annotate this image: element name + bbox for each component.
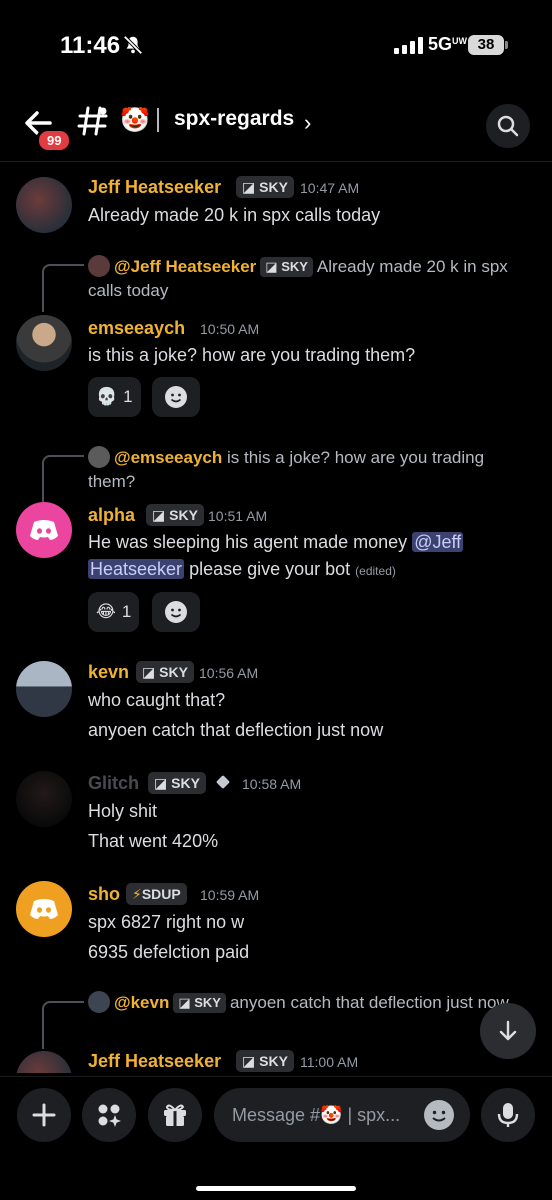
apps-icon: [98, 1104, 121, 1127]
voice-message-button[interactable]: [481, 1088, 535, 1142]
avatar[interactable]: [16, 315, 72, 371]
discord-logo-icon: [30, 520, 58, 540]
author-name[interactable]: Jeff Heatseeker: [88, 177, 221, 198]
reply-avatar: [88, 991, 110, 1013]
network-type: 5GUW: [428, 34, 468, 54]
reply-preview[interactable]: @Jeff Heatseeker ◪ SKY Already made 20 k i…: [88, 255, 528, 303]
reply-text: anyoen catch that deflection just now: [229, 993, 509, 1012]
message-feed[interactable]: Jeff Heatseeker ◪ SKY 10:47 AM Already m…: [0, 163, 552, 1073]
channel-divider: [157, 108, 159, 132]
author-name[interactable]: kevn: [88, 662, 129, 683]
plus-icon: [32, 1103, 56, 1127]
message-text: Holy shit: [88, 801, 158, 821]
avatar[interactable]: [16, 1051, 72, 1073]
avatar[interactable]: [16, 177, 72, 233]
edited-label: (edited): [355, 564, 396, 578]
timestamp: 10:58 AM: [242, 776, 302, 792]
laughing-emoji: 😂: [96, 602, 116, 621]
gift-button[interactable]: [148, 1088, 202, 1142]
search-button[interactable]: [486, 104, 530, 148]
message-text: Already made 20 k in spx calls today: [88, 205, 381, 225]
guild-tag: ◪ SKY: [236, 1050, 294, 1072]
smile-icon: [165, 386, 187, 408]
add-reaction-button[interactable]: [152, 592, 200, 632]
battery-nub: [505, 41, 508, 49]
reply-spine: [42, 1001, 84, 1049]
smile-icon: [165, 601, 187, 623]
guild-tag: ⚡SDUP: [126, 883, 187, 905]
reply-author: @emseeaych: [114, 448, 223, 467]
message-text: is this a joke? how are you trading them…: [88, 345, 416, 365]
reply-tag: ◪ SKY: [260, 257, 313, 277]
reply-preview[interactable]: @emseeaych is this a joke? how are you t…: [88, 446, 528, 494]
timestamp: 10:50 AM: [200, 321, 260, 337]
reaction-count: 1: [123, 387, 133, 406]
status-time: 11:46: [60, 32, 121, 59]
avatar[interactable]: [16, 881, 72, 937]
hash-channel-icon: [77, 106, 108, 136]
message-text: anyoen catch that deflection just now: [88, 720, 384, 740]
message-text: spx 6827 right no w: [88, 912, 245, 932]
reaction-count: 1: [121, 602, 132, 621]
author-name[interactable]: sho: [88, 884, 120, 905]
skull-emoji: 💀: [96, 387, 118, 406]
jump-to-latest-button[interactable]: [480, 1003, 536, 1059]
user-mention[interactable]: @Jeff: [412, 532, 464, 552]
avatar[interactable]: [16, 502, 72, 558]
timestamp: 10:56 AM: [199, 665, 259, 681]
reply-avatar: [88, 255, 110, 277]
message-text: He was sleeping his agent made money @Je…: [88, 532, 464, 552]
status-bar: 11:46 5GUW 38: [0, 0, 552, 90]
unread-badge: 99: [36, 128, 73, 153]
message-text: 6935 defelction paid: [88, 942, 250, 962]
user-mention[interactable]: Heatseeker: [88, 559, 185, 579]
timestamp: 10:59 AM: [200, 887, 260, 903]
timestamp: 10:47 AM: [300, 180, 360, 196]
add-reaction-button[interactable]: [152, 377, 200, 417]
emoji-picker-button[interactable]: [424, 1100, 454, 1130]
reply-author: @Jeff Heatseeker: [114, 257, 257, 276]
chevron-right-icon[interactable]: ›: [304, 110, 311, 136]
discord-logo-icon: [30, 899, 58, 919]
home-indicator: [196, 1186, 356, 1191]
signal-icon: [394, 36, 423, 54]
reply-spine: [42, 455, 84, 503]
reply-avatar: [88, 446, 110, 468]
bell-muted-icon: [123, 35, 143, 55]
smile-icon: [432, 1110, 446, 1122]
battery-indicator: 38: [468, 35, 504, 55]
gift-icon: [164, 1104, 186, 1126]
channel-emoji: 🤡: [120, 107, 150, 134]
guild-tag: ◪ SKY: [146, 504, 204, 526]
reaction-chip[interactable]: 😂 1: [88, 592, 140, 632]
guild-tag: ◪ SKY: [236, 176, 294, 198]
guild-tag: ◪ SKY: [136, 661, 194, 683]
timestamp: 10:51 AM: [208, 508, 268, 524]
add-attachment-button[interactable]: [17, 1088, 71, 1142]
author-name[interactable]: Jeff Heatseeker: [88, 1051, 221, 1072]
reaction-chip[interactable]: 💀 1: [88, 377, 141, 417]
role-icon: [216, 775, 230, 789]
reply-tag: ◪ SKY: [173, 993, 226, 1013]
author-name[interactable]: emseeaych: [88, 318, 185, 339]
author-name[interactable]: Glitch: [88, 773, 139, 794]
reply-preview[interactable]: @kevn ◪ SKY anyoen catch that deflection j…: [88, 991, 528, 1015]
message-composer: Message #🤡 | spx...: [0, 1076, 552, 1200]
channel-header: 99 🤡 spx-regards ›: [0, 90, 552, 162]
message-text: who caught that?: [88, 690, 226, 710]
arrow-down-icon: [499, 1020, 517, 1041]
avatar[interactable]: [16, 661, 72, 717]
search-icon: [497, 115, 519, 137]
timestamp: 11:00 AM: [300, 1054, 359, 1070]
message-text: Heatseeker please give your bot (edited): [88, 559, 396, 579]
reply-spine: [42, 264, 84, 312]
microphone-icon: [497, 1103, 519, 1127]
author-name[interactable]: alpha: [88, 505, 135, 526]
message-text: That went 420%: [88, 831, 219, 851]
avatar[interactable]: [16, 771, 72, 827]
apps-button[interactable]: [82, 1088, 136, 1142]
reply-author: @kevn: [114, 993, 170, 1012]
guild-tag: ◪ SKY: [148, 772, 206, 794]
channel-name[interactable]: spx-regards: [174, 107, 294, 131]
